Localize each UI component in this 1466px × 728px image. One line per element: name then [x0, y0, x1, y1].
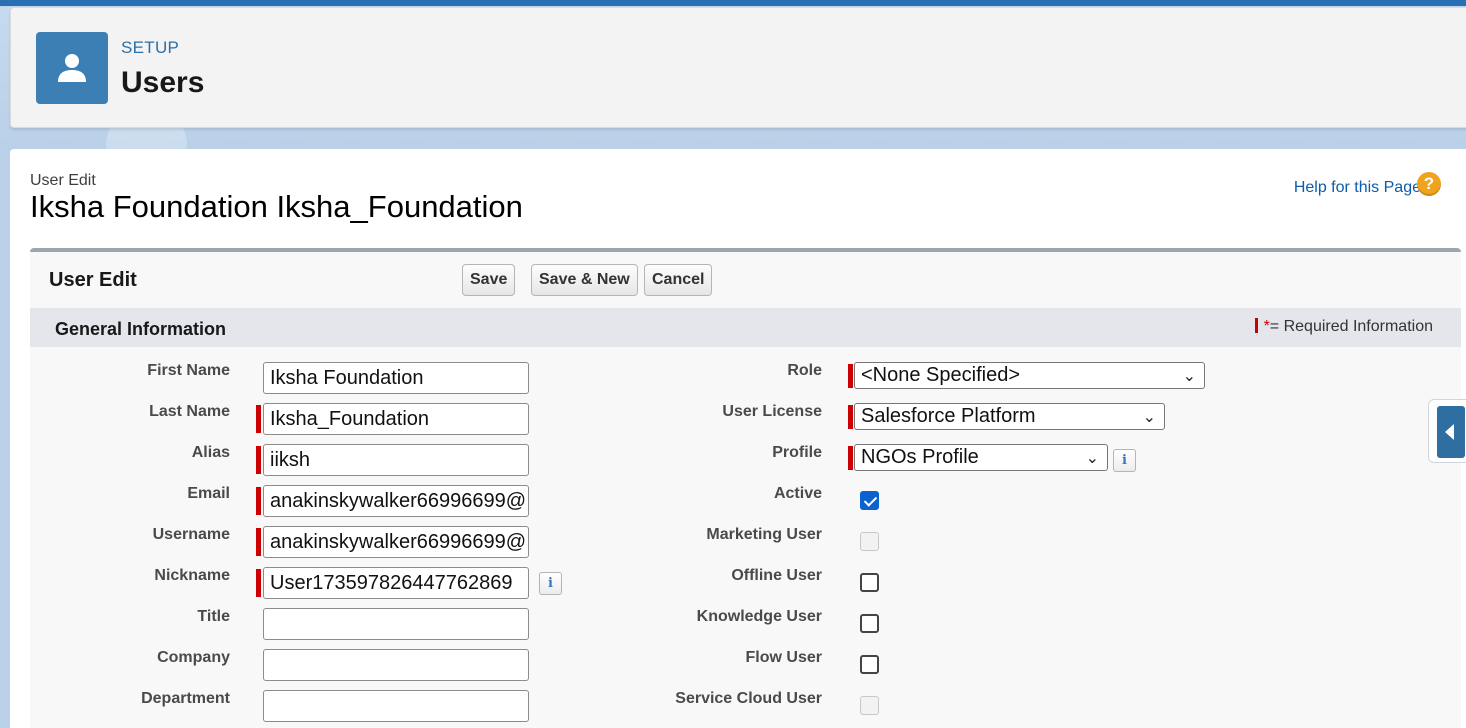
field-row-user-license: User License Salesforce Platform ⌄	[622, 403, 1242, 435]
title-input[interactable]	[263, 608, 529, 640]
page-type-label: User Edit	[30, 172, 96, 189]
active-label: Active	[773, 485, 822, 502]
field-row-marketing-user: Marketing User	[622, 526, 1022, 558]
field-row-knowledge-user: Knowledge User	[622, 608, 1022, 640]
field-row-email: Email anakinskywalker66996699@	[30, 485, 630, 517]
role-label: Role	[787, 362, 822, 379]
profile-select-value: NGOs Profile	[861, 446, 979, 468]
required-indicator	[256, 487, 261, 515]
page-header: SETUP Users	[10, 7, 1466, 128]
email-label: Email	[187, 485, 230, 502]
help-icon[interactable]: ?	[1417, 172, 1441, 196]
first-name-label: First Name	[147, 362, 230, 379]
required-bar-icon	[1254, 318, 1258, 333]
field-row-company: Company	[30, 649, 630, 681]
general-information-form: First Name Iksha Foundation Last Name Ik…	[30, 347, 1461, 728]
profile-select[interactable]: NGOs Profile ⌄	[854, 444, 1108, 471]
user-edit-block: User Edit Save Save & New Cancel General…	[30, 248, 1461, 728]
required-indicator	[256, 405, 261, 433]
required-information-note: *= Required Information	[1254, 318, 1433, 336]
page-title: Iksha Foundation Iksha_Foundation	[30, 189, 523, 224]
flow-user-label: Flow User	[745, 649, 822, 666]
department-label: Department	[141, 690, 230, 707]
offline-user-checkbox[interactable]	[860, 573, 879, 592]
nickname-info-icon[interactable]: i	[539, 572, 562, 595]
section-header: General Information *= Required Informat…	[30, 309, 1461, 347]
header-title: Users	[121, 66, 205, 99]
chevron-left-icon	[1437, 406, 1465, 458]
field-row-service-cloud-user: Service Cloud User	[622, 690, 1022, 722]
required-indicator	[848, 405, 853, 429]
field-row-alias: Alias iiksh	[30, 444, 630, 476]
field-row-offline-user: Offline User	[622, 567, 1022, 599]
chevron-down-icon: ⌄	[1142, 409, 1156, 426]
required-indicator	[256, 569, 261, 597]
company-label: Company	[157, 649, 230, 666]
field-row-flow-user: Flow User	[622, 649, 1022, 681]
profile-label: Profile	[772, 444, 822, 461]
edit-header: User Edit Save Save & New Cancel	[30, 252, 1461, 309]
alias-input[interactable]: iiksh	[263, 444, 529, 476]
required-indicator	[848, 446, 853, 470]
email-input[interactable]: anakinskywalker66996699@	[263, 485, 529, 517]
service-cloud-user-label: Service Cloud User	[675, 690, 822, 707]
user-license-select-value: Salesforce Platform	[861, 405, 1036, 427]
required-indicator	[848, 364, 853, 388]
last-name-label: Last Name	[149, 403, 230, 420]
title-label: Title	[197, 608, 230, 625]
cancel-button[interactable]: Cancel	[644, 264, 713, 296]
last-name-input[interactable]: Iksha_Foundation	[263, 403, 529, 435]
active-checkbox[interactable]	[860, 491, 879, 510]
offline-user-label: Offline User	[731, 567, 822, 584]
required-text: = Required Information	[1269, 318, 1433, 335]
field-row-nickname: Nickname User173597826447762869 i	[30, 567, 630, 599]
user-license-label: User License	[722, 403, 822, 420]
flow-user-checkbox[interactable]	[860, 655, 879, 674]
help-link[interactable]: Help for this Page	[1294, 179, 1421, 197]
field-row-title: Title	[30, 608, 630, 640]
username-input[interactable]: anakinskywalker66996699@	[263, 526, 529, 558]
role-select-value: <None Specified>	[861, 364, 1021, 386]
required-indicator	[256, 528, 261, 556]
department-input[interactable]	[263, 690, 529, 722]
role-select[interactable]: <None Specified> ⌄	[854, 362, 1205, 389]
field-row-role: Role <None Specified> ⌄	[622, 362, 1242, 394]
company-input[interactable]	[263, 649, 529, 681]
user-icon	[36, 32, 108, 104]
edit-title: User Edit	[49, 269, 137, 291]
field-row-first-name: First Name Iksha Foundation	[30, 362, 630, 394]
header-setup-label: SETUP	[121, 38, 180, 57]
field-row-profile: Profile NGOs Profile ⌄ i	[622, 444, 1242, 476]
main-panel: User Edit Iksha Foundation Iksha_Foundat…	[10, 149, 1466, 728]
chevron-down-icon: ⌄	[1085, 450, 1099, 467]
marketing-user-label: Marketing User	[706, 526, 822, 543]
field-row-username: Username anakinskywalker66996699@	[30, 526, 630, 558]
knowledge-user-checkbox[interactable]	[860, 614, 879, 633]
field-row-last-name: Last Name Iksha_Foundation	[30, 403, 630, 435]
field-row-active: Active	[622, 485, 1022, 517]
side-panel-toggle[interactable]	[1428, 399, 1466, 463]
chevron-down-icon: ⌄	[1182, 368, 1196, 385]
knowledge-user-label: Knowledge User	[696, 608, 822, 625]
save-button[interactable]: Save	[462, 264, 516, 296]
field-row-department: Department	[30, 690, 630, 722]
required-indicator	[256, 446, 261, 474]
alias-label: Alias	[191, 444, 230, 461]
user-license-select[interactable]: Salesforce Platform ⌄	[854, 403, 1165, 430]
nickname-label: Nickname	[154, 567, 230, 584]
first-name-input[interactable]: Iksha Foundation	[263, 362, 529, 394]
save-and-new-button[interactable]: Save & New	[531, 264, 638, 296]
service-cloud-user-checkbox	[860, 696, 879, 715]
username-label: Username	[152, 526, 230, 543]
marketing-user-checkbox	[860, 532, 879, 551]
nickname-input[interactable]: User173597826447762869	[263, 567, 529, 599]
section-title: General Information	[55, 319, 227, 339]
profile-info-icon[interactable]: i	[1113, 449, 1136, 472]
